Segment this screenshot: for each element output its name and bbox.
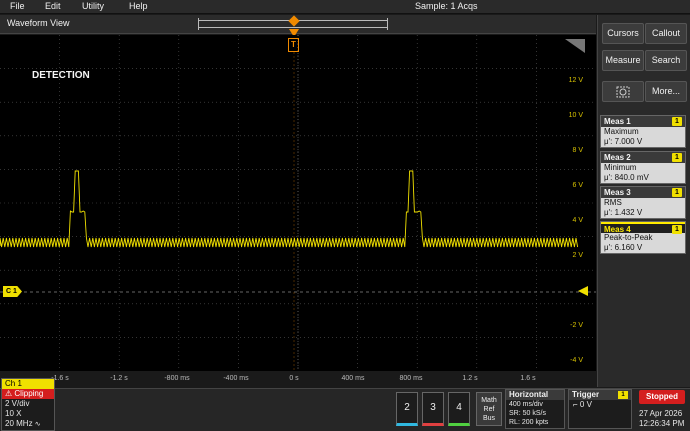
meas-source-tag: 1 (672, 225, 682, 234)
x-tick-label: 1.6 s (520, 375, 536, 382)
measurement-badge-4[interactable]: Meas 41 Peak-to-Peak μ': 6.160 V (600, 221, 686, 254)
menu-utility[interactable]: Utility (82, 1, 104, 11)
x-tick-label: 800 ms (399, 375, 423, 382)
horizontal-badge[interactable]: Horizontal 400 ms/div SR: 50 kS/s RL: 20… (505, 389, 565, 429)
sample-rate: SR: 50 kS/s (509, 410, 546, 417)
waveform-plot[interactable] (0, 35, 596, 371)
horizontal-title: Horizontal (506, 390, 564, 400)
waveform-graticule (0, 35, 596, 371)
y-tick-label: 4 V (572, 217, 583, 224)
cursors-button[interactable]: Cursors (602, 23, 644, 44)
zoom-button[interactable] (602, 81, 644, 102)
meas-value: μ': 6.160 V (604, 243, 643, 252)
callout-button[interactable]: Callout (645, 23, 687, 44)
search-button[interactable]: Search (645, 50, 687, 71)
y-tick-label: -4 V (570, 357, 583, 364)
rising-edge-icon: ⌐ (573, 400, 578, 409)
acquisition-status: Sample: 1 Acqs (415, 1, 478, 11)
ch1-waveform-trace (0, 170, 579, 248)
y-tick-label: 12 V (568, 77, 583, 84)
meas-source-tag: 1 (672, 153, 682, 162)
channel-3-button[interactable]: 3 (422, 392, 444, 426)
y-tick-label: 10 V (568, 112, 583, 119)
ch1-bandwidth-limit: 20 MHz ∿ (5, 419, 41, 428)
y-tick-label: -2 V (570, 322, 583, 329)
x-tick-label: 0 s (289, 375, 299, 382)
trigger-level: ⌐ 0 V (573, 400, 592, 409)
menu-help[interactable]: Help (129, 1, 148, 11)
trigger-source-tag: 1 (618, 391, 628, 399)
meas-source-tag: 1 (672, 188, 682, 197)
x-tick-label: -400 ms (223, 375, 249, 382)
bandwidth-filter-icon: ∿ (34, 421, 41, 428)
menu-bar: File Edit Utility Help Sample: 1 Acqs (0, 0, 690, 14)
channel-1-badge[interactable]: Ch 1 ⚠ Clipping 2 V/div 10 X 20 MHz ∿ (1, 378, 55, 431)
menu-file[interactable]: File (10, 1, 25, 11)
measurement-badge-1[interactable]: Meas 1 1 Maximum μ': 7.000 V (600, 115, 686, 148)
meas-value: μ': 1.432 V (604, 208, 643, 217)
meas-type: RMS (604, 198, 622, 207)
meas-value: μ': 840.0 mV (604, 173, 649, 182)
waveform-annotation: DETECTION (32, 70, 90, 81)
date-display: 27 Apr 2026 (639, 409, 683, 418)
math-label: Math (481, 397, 497, 404)
more-button[interactable]: More... (645, 81, 687, 102)
ch1-vertical-scale: 2 V/div (5, 399, 30, 408)
zoom-select-icon (616, 86, 630, 98)
y-tick-label: 6 V (572, 182, 583, 189)
meas-type: Minimum (604, 163, 637, 172)
meas-title: Meas 2 (604, 153, 631, 162)
x-tick-label: 400 ms (341, 375, 365, 382)
clipping-label: Clipping (14, 389, 44, 398)
channel-2-button[interactable]: 2 (396, 392, 418, 426)
math-ref-bus-button[interactable]: Math Ref Bus (476, 392, 502, 426)
zoom-corner-icon[interactable] (565, 39, 585, 53)
ch1-title: Ch 1 (2, 379, 54, 389)
run-stop-status[interactable]: Stopped (639, 390, 685, 404)
measurement-badge-3[interactable]: Meas 3 1 RMS μ': 1.432 V (600, 186, 686, 219)
ch1-probe-attenuation: 10 X (5, 409, 22, 418)
meas-source-tag: 1 (672, 117, 682, 126)
trigger-time-marker[interactable]: T (288, 38, 299, 52)
meas-title: Meas 4 (604, 225, 631, 234)
x-tick-label: 1.2 s (462, 375, 478, 382)
trigger-badge[interactable]: Trigger 1 ⌐ 0 V (568, 389, 632, 429)
time-display: 12:26:34 PM (639, 419, 685, 428)
bus-label: Bus (482, 415, 496, 422)
meas-title: Meas 3 (604, 188, 631, 197)
waveform-view-title: Waveform View (7, 18, 70, 28)
clipping-warning: ⚠ Clipping (2, 389, 54, 399)
warning-icon: ⚠ (5, 389, 13, 398)
record-length: RL: 200 kpts (509, 419, 549, 426)
menu-edit[interactable]: Edit (45, 1, 61, 11)
meas-type: Maximum (604, 127, 639, 136)
trigger-level-arrow-icon[interactable] (578, 286, 588, 296)
measure-button[interactable]: Measure (602, 50, 644, 71)
y-tick-label: 2 V (572, 252, 583, 259)
trigger-title: Trigger (572, 390, 600, 399)
ref-label: Ref (483, 406, 495, 413)
channel-4-button[interactable]: 4 (448, 392, 470, 426)
horizontal-scale: 400 ms/div (509, 401, 543, 408)
y-tick-label: 8 V (572, 147, 583, 154)
measurement-badge-2[interactable]: Meas 2 1 Minimum μ': 840.0 mV (600, 151, 686, 184)
x-tick-label: -1.2 s (110, 375, 128, 382)
x-tick-label: -800 ms (164, 375, 190, 382)
meas-value: μ': 7.000 V (604, 137, 643, 146)
meas-title: Meas 1 (604, 117, 631, 126)
